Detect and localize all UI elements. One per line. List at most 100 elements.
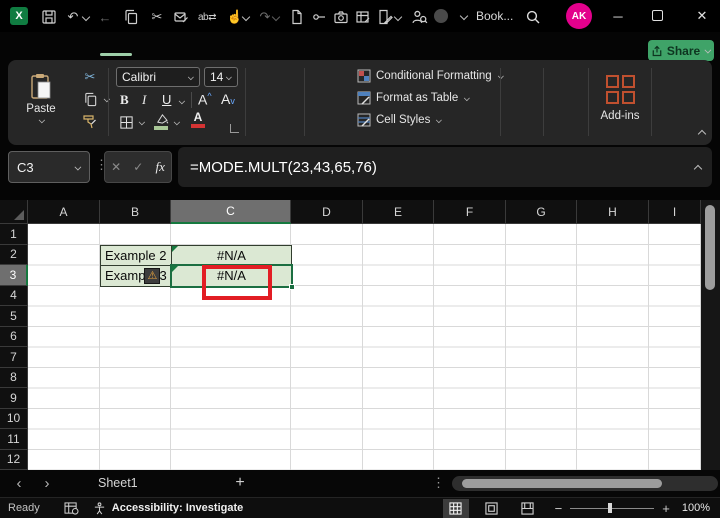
search-icon[interactable] [524,8,542,26]
zoom-slider[interactable] [570,503,655,513]
cancel-formula-button[interactable]: ✕ [111,160,121,174]
new-file-icon[interactable] [288,8,306,26]
column-header-H[interactable]: H [577,200,649,224]
page-layout-view-button[interactable] [479,499,505,518]
undo-chevron-icon[interactable] [82,14,89,21]
enter-formula-button[interactable]: ✓ [133,160,143,174]
find-replace-icon[interactable]: ab⇄ [198,8,217,26]
cell-B2[interactable]: Example 2 [100,244,172,266]
zoom-slider-thumb[interactable] [608,503,613,513]
column-header-F[interactable]: F [434,200,506,224]
ribbon-copy-icon[interactable] [82,91,98,107]
shrink-font-button[interactable]: Av [221,91,235,107]
next-sheet-button[interactable]: › [40,474,54,492]
horizontal-scrollbar[interactable] [452,476,718,491]
prev-sheet-button[interactable]: ‹ [12,474,26,492]
page-break-view-button[interactable] [515,499,541,518]
insert-function-button[interactable]: fx [156,159,165,175]
formula-bar-input[interactable]: =MODE.MULT(23,43,65,76) [178,147,712,187]
row-header-2[interactable]: 2 [0,244,28,265]
font-dialog-launcher[interactable] [230,124,239,133]
zoom-out-button[interactable]: − [555,501,563,516]
minimize-button[interactable]: ─ [608,6,628,26]
font-color-button[interactable]: A [190,111,206,131]
row-header-3[interactable]: 3 [0,265,28,286]
row-header-7[interactable]: 7 [0,347,28,368]
collapse-ribbon-icon[interactable] [698,128,705,135]
format-as-table-button[interactable]: Format as Table [357,91,470,105]
cut-icon[interactable]: ✂ [148,8,166,26]
borders-icon[interactable] [118,114,134,130]
table-format-icon[interactable] [354,8,372,26]
bold-button[interactable]: B [120,92,129,108]
row-header-4[interactable]: 4 [0,285,28,306]
column-header-I[interactable]: I [649,200,701,224]
formula-bar-expand-icon[interactable] [694,163,701,170]
row-header-6[interactable]: 6 [0,326,28,347]
person-search-icon[interactable] [410,8,428,26]
titlebar-chevron-down-icon[interactable] [460,13,467,20]
conditional-formatting-button[interactable]: Conditional Formatting [357,69,504,83]
row-header-1[interactable]: 1 [0,224,28,245]
fill-color-chevron-icon[interactable] [174,120,179,125]
column-header-A[interactable]: A [28,200,100,224]
avatar[interactable]: AK [566,3,592,29]
select-all-corner[interactable] [0,200,28,224]
paste-button[interactable]: Paste [18,66,64,130]
column-header-C[interactable]: C [171,200,291,224]
touch-mode-chevron-icon[interactable] [242,14,249,21]
document-edit-chevron-icon[interactable] [394,14,401,21]
cell-B3[interactable]: Examp ⚠ 3 [100,265,172,287]
cell-C2[interactable]: #N/A [171,244,292,266]
row-header-5[interactable]: 5 [0,306,28,327]
scrollbar-options-dots-icon[interactable]: ⋮ [432,475,445,491]
normal-view-button[interactable] [442,498,469,518]
add-ins-button[interactable]: Add-ins [596,66,644,130]
row-header-9[interactable]: 9 [0,388,28,409]
error-options-warning-icon[interactable]: ⚠ [144,267,161,284]
underline-button[interactable]: U [162,92,171,107]
cell-styles-icon [357,113,371,127]
record-circle-icon[interactable] [434,9,448,23]
column-header-E[interactable]: E [363,200,434,224]
zoom-in-button[interactable]: + [662,501,670,516]
zoom-level[interactable]: 100% [682,502,710,514]
camera-icon[interactable] [332,8,350,26]
fill-color-button[interactable] [154,113,170,131]
grow-font-button[interactable]: A^ [198,91,212,108]
maximize-button[interactable] [652,10,663,21]
column-header-B[interactable]: B [100,200,171,224]
name-box[interactable]: C3 [8,151,90,183]
row-header-8[interactable]: 8 [0,367,28,388]
italic-button[interactable]: I [142,92,146,108]
paste-chevron-icon [38,117,43,122]
ribbon-cut-icon[interactable]: ✂ [82,69,98,85]
save-icon[interactable] [40,8,58,26]
row-header-12[interactable]: 12 [0,449,28,470]
macro-record-icon[interactable] [64,501,79,515]
close-button[interactable]: ✕ [692,6,712,26]
font-size-combobox[interactable]: 14 [204,67,238,87]
pin-icon[interactable] [310,8,328,26]
underline-chevron-icon[interactable] [179,99,184,104]
row-header-10[interactable]: 10 [0,408,28,429]
email-edit-icon[interactable] [172,8,190,26]
column-header-D[interactable]: D [291,200,363,224]
copy-icon[interactable] [122,8,140,26]
document-edit-icon[interactable] [376,8,394,26]
horizontal-scrollbar-thumb[interactable] [462,479,662,488]
format-painter-icon[interactable] [82,113,98,129]
undo-icon[interactable]: ↶ [64,8,82,26]
sheet-tab-sheet1[interactable]: Sheet1 [98,476,138,490]
accessibility-status[interactable]: Accessibility: Investigate [112,502,243,514]
vertical-scrollbar[interactable] [701,200,720,470]
cell-styles-button[interactable]: Cell Styles [357,113,442,127]
new-sheet-button[interactable]: + [232,473,248,493]
vertical-scrollbar-thumb[interactable] [705,205,715,290]
fill-handle[interactable] [289,284,295,290]
column-header-G[interactable]: G [506,200,577,224]
font-name-combobox[interactable]: Calibri [116,67,200,87]
borders-chevron-icon[interactable] [139,120,144,125]
row-header-11[interactable]: 11 [0,429,28,450]
share-button[interactable]: Share [648,40,714,61]
